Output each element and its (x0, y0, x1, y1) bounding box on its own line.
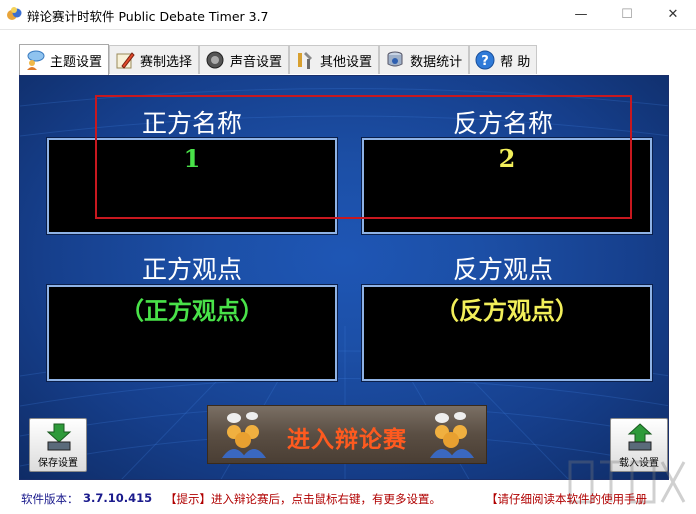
database-icon (387, 51, 403, 67)
affirmative-view-field[interactable]: （正方观点） (46, 284, 338, 382)
speaker-icon (206, 51, 224, 69)
affirmative-view-value: （正方观点） (120, 296, 264, 325)
version-label: 软件版本： (21, 492, 79, 506)
title-bar: 辩论赛计时软件 Public Debate Timer 3.7 — ☐ ✕ (0, 0, 696, 30)
save-settings-button[interactable]: 保存设置 (29, 418, 87, 472)
pencil-icon (116, 52, 135, 69)
affirmative-view-label: 正方观点 (141, 255, 242, 284)
minimize-button[interactable]: — (558, 0, 604, 28)
tab-label: 赛制选择 (140, 54, 193, 70)
save-download-icon (46, 423, 72, 451)
negative-view-label: 反方观点 (452, 255, 553, 284)
tab-format-selection[interactable]: 赛制选择 (109, 45, 200, 74)
tab-label: 其他设置 (320, 54, 373, 70)
status-bar: 软件版本： 3.7.10.415 【提示】进入辩论赛后，点击鼠标右键，有更多设置… (0, 488, 696, 510)
close-button[interactable]: ✕ (650, 0, 696, 28)
people-chat-icon (27, 50, 45, 70)
save-settings-label: 保存设置 (38, 458, 78, 469)
tools-icon (298, 52, 313, 69)
window-title: 辩论赛计时软件 Public Debate Timer 3.7 (27, 9, 269, 24)
app-icon (7, 7, 22, 20)
tab-topic-settings[interactable]: 主题设置 (19, 44, 110, 75)
tab-other-settings[interactable]: 其他设置 (289, 45, 380, 74)
highlight-rectangle (95, 95, 632, 219)
negative-view-field[interactable]: （反方观点） (361, 284, 653, 382)
negative-view-value: （反方观点） (435, 296, 579, 325)
help-icon: ? (475, 50, 495, 70)
tab-label: 数据统计 (410, 54, 463, 70)
svg-text:?: ? (481, 54, 489, 69)
tab-bar: 主题设置 赛制选择 声音设置 其他设置 数据统计 ? 帮 助 (19, 44, 538, 75)
version-value: 3.7.10.415 (83, 491, 153, 505)
tab-statistics[interactable]: 数据统计 (379, 45, 470, 74)
maximize-button[interactable]: ☐ (604, 0, 650, 28)
tab-label: 声音设置 (230, 54, 283, 70)
tab-label: 主题设置 (50, 54, 103, 70)
tab-label: 帮 助 (500, 54, 531, 70)
manual-link[interactable]: 【请仔细阅读本软件的使用手册 (486, 491, 647, 507)
enter-debate-button[interactable]: 进入辩论赛 (207, 405, 487, 464)
tab-sound-settings[interactable]: 声音设置 (199, 45, 290, 74)
load-upload-icon (627, 423, 653, 451)
tip-text: 【提示】进入辩论赛后，点击鼠标右键，有更多设置。 (165, 492, 441, 506)
tab-help[interactable]: ? 帮 助 (469, 45, 538, 74)
debaters-right-icon (430, 412, 474, 458)
